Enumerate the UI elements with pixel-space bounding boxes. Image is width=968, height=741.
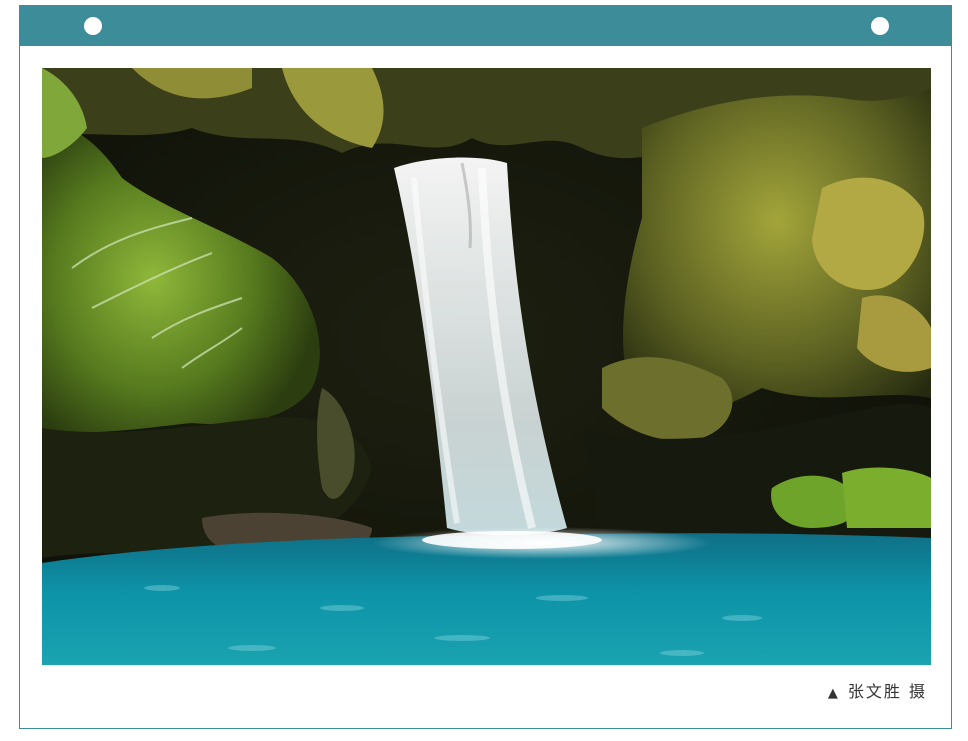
binder-hole-right bbox=[871, 17, 889, 35]
waterfall-photo bbox=[42, 68, 931, 665]
triangle-marker-icon: ▲ bbox=[827, 686, 838, 701]
card-header-bar bbox=[20, 6, 951, 46]
binder-hole-left bbox=[84, 17, 102, 35]
photo-credit-caption: ▲ 张文胜 摄 bbox=[828, 678, 927, 702]
photo-credit-text: 张文胜 摄 bbox=[847, 682, 927, 701]
photo-card: ▲ 张文胜 摄 bbox=[19, 5, 952, 729]
